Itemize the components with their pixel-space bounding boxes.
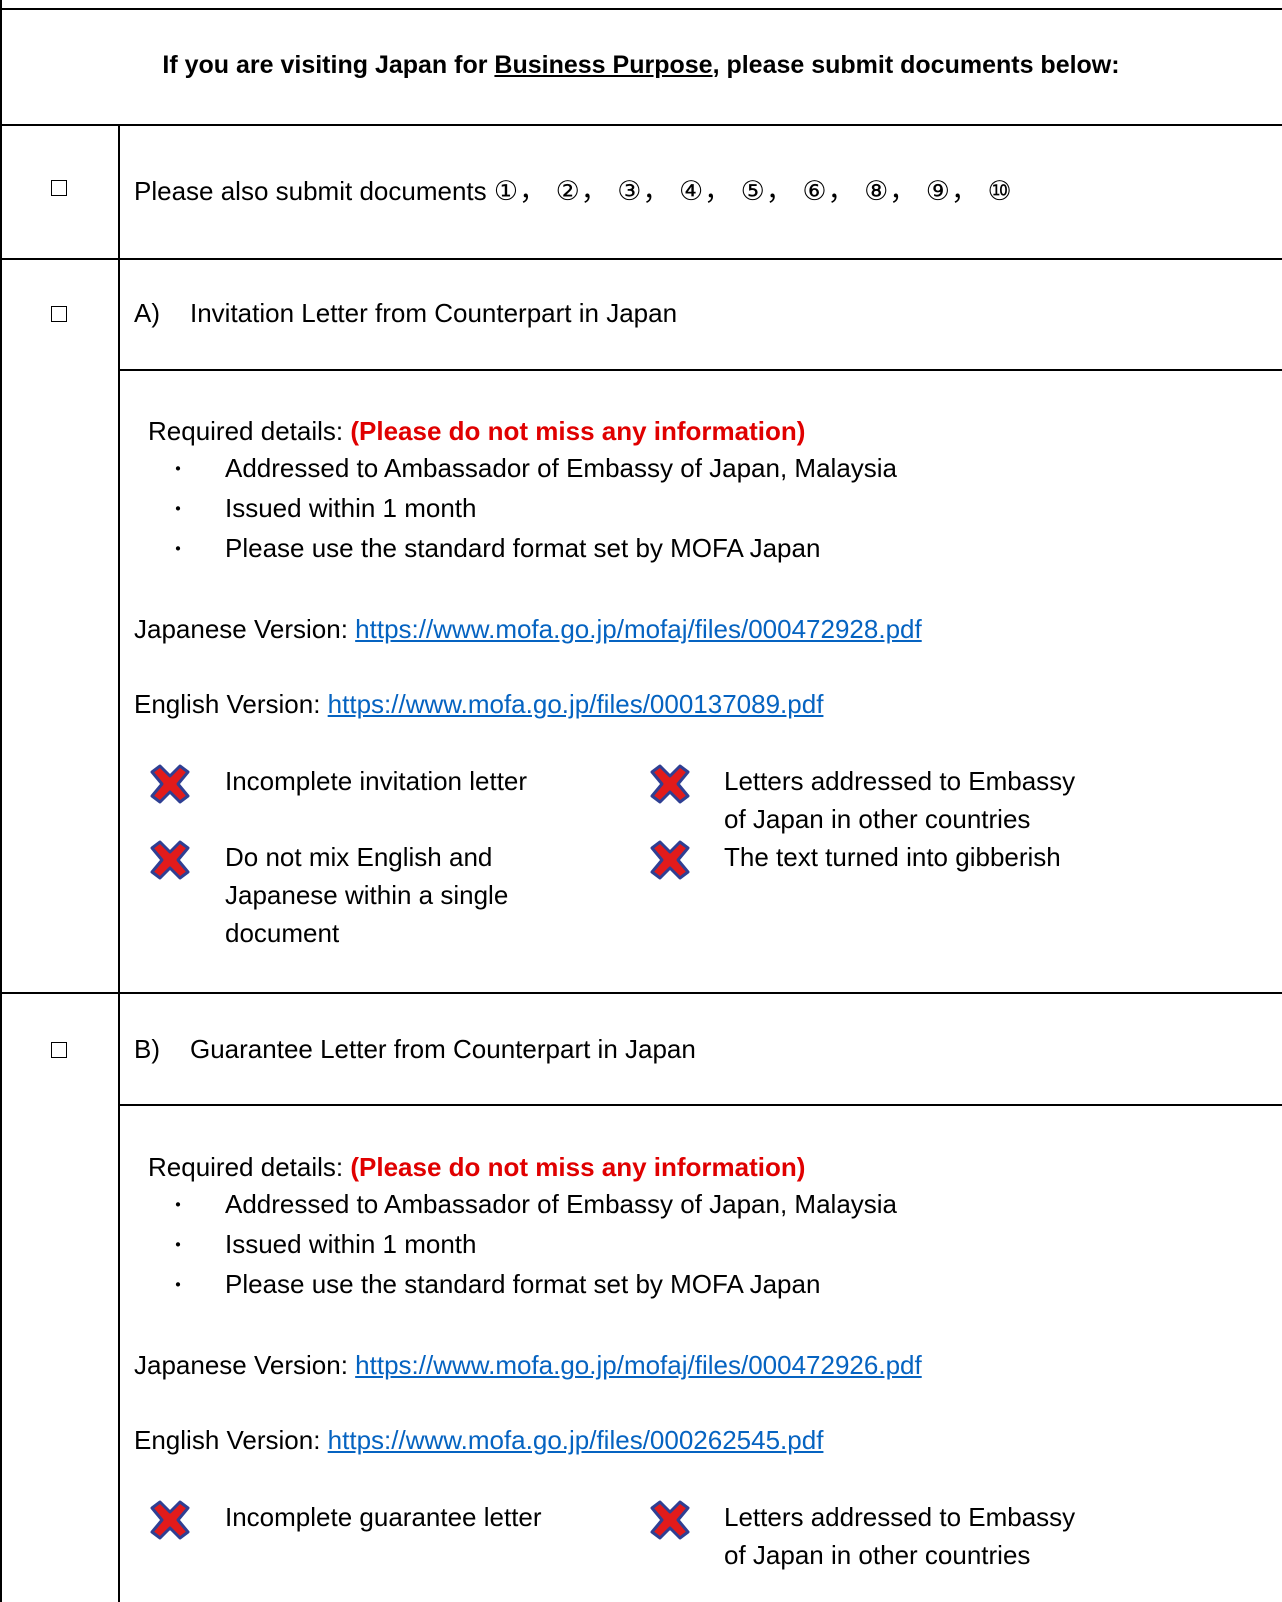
bullet-icon: ・: [168, 459, 188, 481]
section-a-label: A): [134, 298, 160, 328]
dont-item: Letters addressed to Embassy: [724, 766, 1076, 796]
dont-item: Letters addressed to Embassy: [724, 1502, 1076, 1532]
dont-item: of Japan in other countries: [724, 1540, 1031, 1570]
checkbox-invitation-letter[interactable]: [51, 306, 67, 322]
japanese-version-link[interactable]: https://www.mofa.go.jp/mofaj/files/00047…: [355, 614, 922, 644]
table-border-top: [0, 8, 1282, 10]
section-b-title: Guarantee Letter from Counterpart in Jap…: [190, 1034, 696, 1064]
checkbox-guarantee-letter[interactable]: [51, 1042, 67, 1058]
row-divider: [0, 124, 1282, 126]
sub-row-divider: [118, 1104, 1282, 1106]
documents-row-text: Please also submit documents ①， ②， ③， ④，…: [134, 176, 1013, 206]
dont-item: The text turned into gibberish: [724, 842, 1061, 872]
section-a-bullet: Issued within 1 month: [225, 493, 477, 523]
dont-item: of Japan in other countries: [724, 804, 1031, 834]
section-a-required: Required details: (Please do not miss an…: [148, 416, 806, 446]
page-title: If you are visiting Japan for Business P…: [162, 51, 1120, 79]
sub-row-divider: [118, 369, 1282, 371]
japanese-version-link[interactable]: https://www.mofa.go.jp/mofaj/files/00047…: [355, 1350, 922, 1380]
dont-item: document: [225, 918, 340, 948]
section-a-english-version: English Version: https://www.mofa.go.jp/…: [134, 689, 824, 719]
red-x-icon: [150, 1500, 190, 1540]
required-note: (Please do not miss any information): [350, 416, 806, 446]
section-a-japanese-version: Japanese Version: https://www.mofa.go.jp…: [134, 614, 922, 644]
section-b-bullet: Please use the standard format set by MO…: [225, 1269, 821, 1299]
column-divider: [118, 124, 120, 1602]
section-b-bullet: Addressed to Ambassador of Embassy of Ja…: [225, 1189, 898, 1219]
section-a-title: Invitation Letter from Counterpart in Ja…: [190, 298, 678, 328]
red-x-icon: [150, 840, 190, 880]
document-page: If you are visiting Japan for Business P…: [0, 0, 1282, 1602]
section-b-required: Required details: (Please do not miss an…: [148, 1152, 806, 1182]
section-b-bullet: Issued within 1 month: [225, 1229, 477, 1259]
bullet-icon: ・: [168, 1235, 188, 1257]
red-x-icon: [650, 840, 690, 880]
red-x-icon: [150, 764, 190, 804]
section-a-bullet: Addressed to Ambassador of Embassy of Ja…: [225, 453, 898, 483]
section-a-bullet: Please use the standard format set by MO…: [225, 533, 821, 563]
dont-item: Do not mix English and: [225, 842, 493, 872]
bullet-icon: ・: [168, 499, 188, 521]
english-version-link[interactable]: https://www.mofa.go.jp/files/000262545.p…: [328, 1425, 824, 1455]
english-version-link[interactable]: https://www.mofa.go.jp/files/000137089.p…: [328, 689, 824, 719]
document-numbers: ①， ②， ③， ④， ⑤， ⑥， ⑧， ⑨， ⑩: [493, 176, 1013, 206]
table-border-left: [0, 0, 2, 1602]
red-x-icon: [650, 1500, 690, 1540]
required-note: (Please do not miss any information): [350, 1152, 806, 1182]
row-divider: [0, 992, 1282, 994]
bullet-icon: ・: [168, 539, 188, 561]
section-b-english-version: English Version: https://www.mofa.go.jp/…: [134, 1425, 824, 1455]
section-b-label: B): [134, 1034, 160, 1064]
bullet-icon: ・: [168, 1195, 188, 1217]
row-divider: [0, 258, 1282, 260]
dont-item: Incomplete invitation letter: [225, 766, 528, 796]
section-b-japanese-version: Japanese Version: https://www.mofa.go.jp…: [134, 1350, 922, 1380]
checkbox-documents[interactable]: [51, 180, 67, 196]
business-purpose-emphasis: Business Purpose: [494, 51, 713, 79]
red-x-icon: [650, 764, 690, 804]
dont-item: Japanese within a single: [225, 880, 509, 910]
dont-item: Incomplete guarantee letter: [225, 1502, 542, 1532]
bullet-icon: ・: [168, 1275, 188, 1297]
